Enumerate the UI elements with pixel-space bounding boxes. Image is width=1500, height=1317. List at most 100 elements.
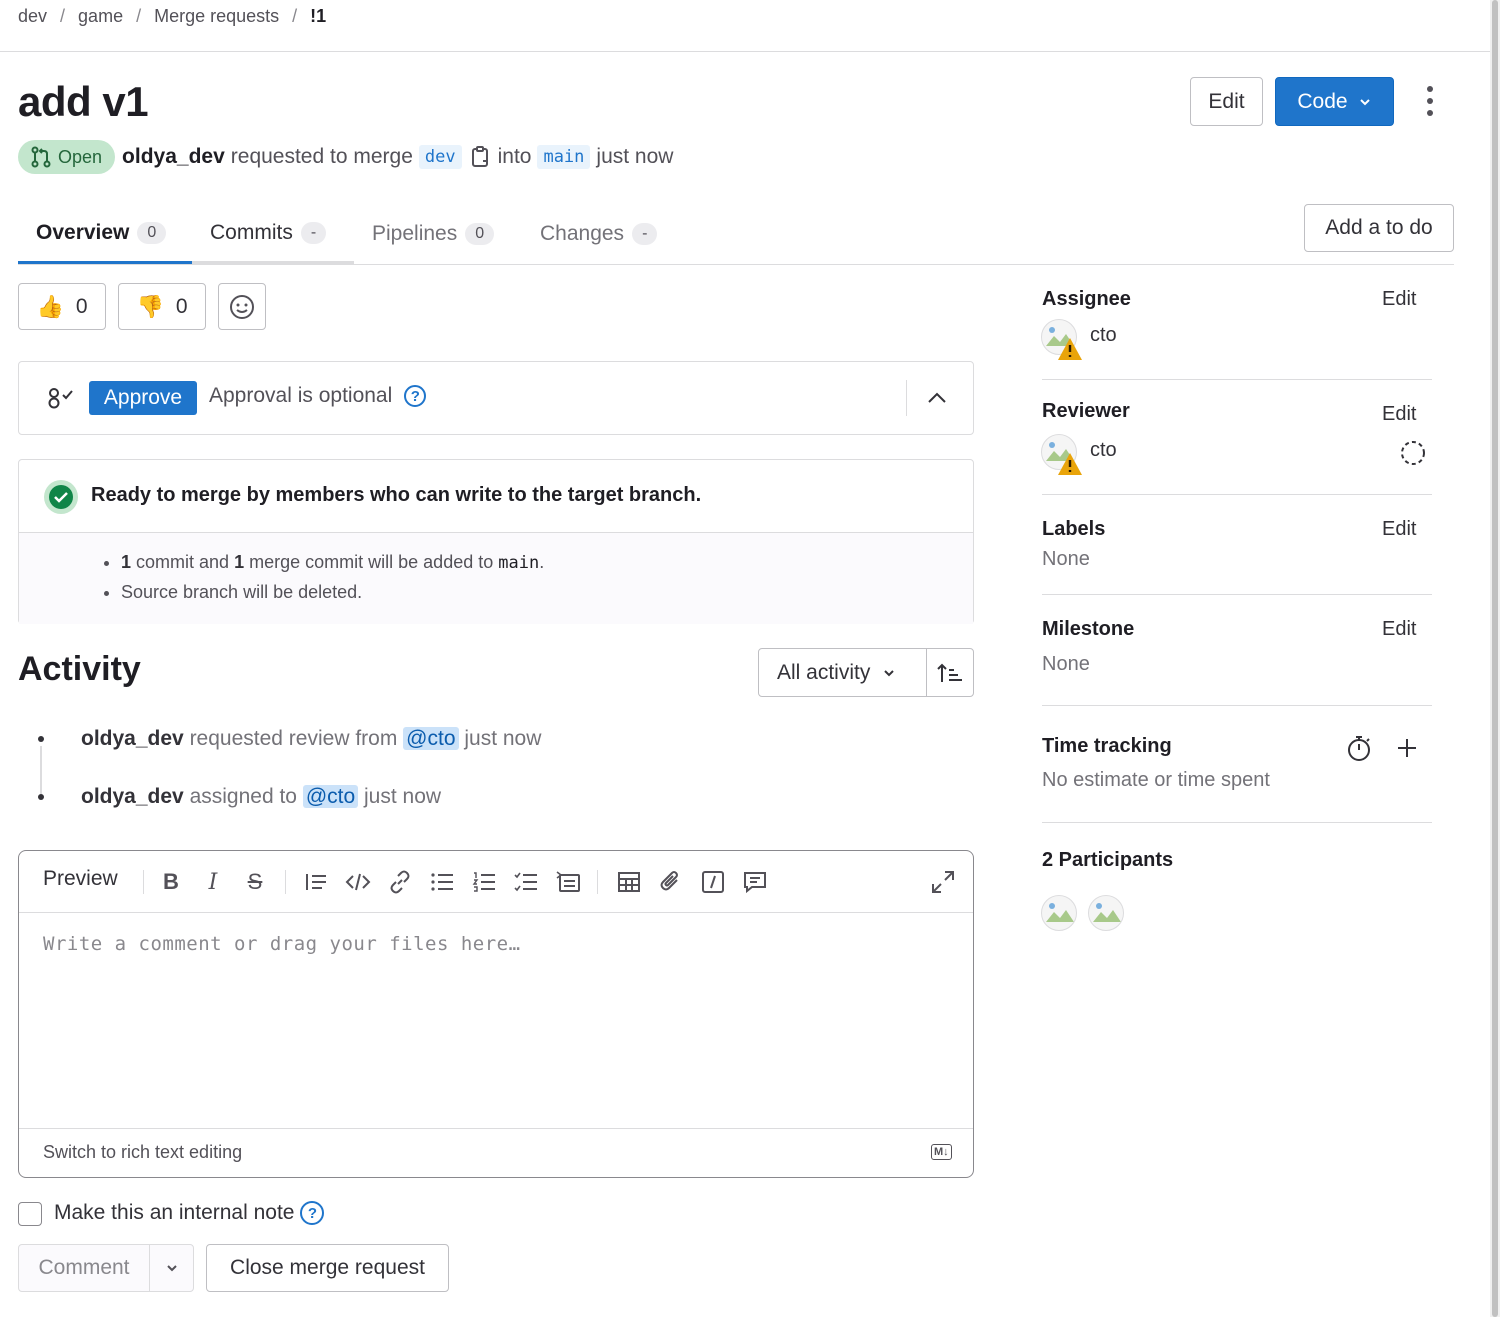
italic-icon[interactable]: I [200,869,226,895]
milestone-edit-button[interactable]: Edit [1382,618,1416,641]
warning-icon [1058,453,1082,475]
tab-overview[interactable]: Overview 0 [18,204,192,264]
merge-detail-delete: Source branch will be deleted. [121,582,544,603]
chevron-down-icon [1359,98,1370,105]
tab-pipelines-count: 0 [465,223,495,245]
breadcrumb-dev[interactable]: dev [18,6,47,27]
internal-note-row: Make this an internal note ? [54,1201,325,1225]
tab-commits-count: - [300,221,327,244]
breadcrumb-game[interactable]: game [78,6,123,27]
source-branch[interactable]: dev [418,145,462,169]
copy-branch-icon[interactable] [470,145,492,169]
breadcrumb-current[interactable]: !1 [310,6,326,27]
comment-options-dropdown[interactable] [149,1244,194,1292]
sidebar-divider [1042,379,1432,380]
labels-edit-button[interactable]: Edit [1382,518,1416,541]
sidebar-divider [1042,594,1432,595]
sort-icon [937,663,962,682]
close-merge-request-button[interactable]: Close merge request [206,1244,449,1292]
event-action: assigned to [189,785,297,808]
sidebar-divider [1042,705,1432,706]
attachment-icon[interactable] [658,869,684,895]
scrollbar[interactable] [1490,0,1500,1317]
more-actions-icon[interactable] [1416,86,1444,116]
link-icon[interactable] [387,869,413,895]
editor-toolbar: Preview B I S [19,851,973,913]
comment-textarea[interactable]: Write a comment or drag your files here… [43,933,521,955]
tab-changes[interactable]: Changes - [540,204,658,264]
merge-detail-commits: 1 commit and 1 merge commit will be adde… [121,552,544,573]
thumbs-down-icon: 👎 [136,293,164,319]
numbered-list-icon[interactable] [471,869,497,895]
breadcrumb-merge-requests[interactable]: Merge requests [154,6,279,27]
quote-icon[interactable] [303,869,329,895]
thumbs-up-button[interactable]: 👍 0 [18,283,106,330]
tab-commits[interactable]: Commits - [192,204,354,264]
approve-button[interactable]: Approve [89,381,197,415]
add-reaction-button[interactable] [218,283,266,330]
reviewer-title: Reviewer [1042,400,1130,422]
participant-avatar[interactable] [1088,895,1124,931]
slash-command-icon[interactable] [700,869,726,895]
internal-note-checkbox[interactable] [18,1202,42,1226]
switch-rich-text-link[interactable]: Switch to rich text editing [43,1142,242,1163]
assignee-title: Assignee [1042,288,1131,310]
milestone-title: Milestone [1042,618,1135,640]
participant-avatar[interactable] [1041,895,1077,931]
stopwatch-icon[interactable] [1346,735,1372,763]
chevron-up-icon[interactable] [926,388,948,408]
labels-value: None [1042,548,1090,570]
chevron-down-icon [166,1265,177,1272]
reviewer-edit-button[interactable]: Edit [1382,403,1416,426]
collapsible-section-icon[interactable] [555,869,581,895]
breadcrumb-separator: / [292,6,298,26]
status-badge-label: Open [58,146,103,167]
help-icon[interactable]: ? [300,1201,325,1225]
assignee-name[interactable]: cto [1090,324,1117,347]
thumbs-down-button[interactable]: 👎 0 [118,283,206,330]
event-user[interactable]: oldya_dev [81,727,184,750]
event-action: requested review from [189,727,398,750]
internal-note-label[interactable]: Make this an internal note [54,1201,294,1225]
add-todo-button[interactable]: Add a to do [1304,204,1454,252]
task-list-icon[interactable] [513,869,539,895]
tab-pipelines[interactable]: Pipelines 0 [372,204,495,264]
table-icon[interactable] [616,869,642,895]
preview-button[interactable]: Preview [43,867,118,891]
strikethrough-icon[interactable]: S [242,869,268,895]
comment-template-icon[interactable] [742,869,768,895]
approval-icon [48,388,73,409]
code-icon[interactable] [345,869,371,895]
tab-commits-label: Commits [210,220,293,244]
author-link[interactable]: oldya_dev [122,145,225,169]
activity-event: oldya_dev requested review from @cto jus… [81,727,541,751]
smiley-icon [230,294,254,319]
activity-filter-dropdown[interactable]: All activity [758,648,927,697]
merge-commit-text: merge commit will be added to [249,552,494,572]
code-button[interactable]: Code [1275,77,1394,126]
sort-order-button[interactable] [926,648,974,697]
chevron-down-icon [884,669,895,676]
sidebar-divider [1042,494,1432,495]
plus-icon[interactable] [1395,736,1419,760]
edit-button[interactable]: Edit [1190,77,1263,126]
thumbs-down-count: 0 [175,294,188,318]
comment-button[interactable]: Comment [18,1244,150,1292]
markdown-icon[interactable]: M↓ [931,1144,952,1160]
breadcrumb-separator: / [60,6,66,26]
bullet-list-icon[interactable] [429,869,455,895]
event-user[interactable]: oldya_dev [81,785,184,808]
merge-request-meta: Open oldya_dev requested to merge dev in… [18,139,673,175]
user-mention[interactable]: @cto [302,785,359,808]
reviewer-name[interactable]: cto [1090,439,1117,462]
fullscreen-icon[interactable] [930,869,956,895]
assignee-edit-button[interactable]: Edit [1382,288,1416,311]
bold-icon[interactable]: B [158,869,184,895]
scrollbar-thumb[interactable] [1492,0,1498,1317]
target-branch[interactable]: main [537,145,591,169]
review-pending-icon [1401,441,1425,465]
approval-text: Approval is optional [209,384,393,407]
time-tracking-value: No estimate or time spent [1042,769,1270,791]
help-icon[interactable]: ? [404,385,427,407]
user-mention[interactable]: @cto [403,727,459,750]
